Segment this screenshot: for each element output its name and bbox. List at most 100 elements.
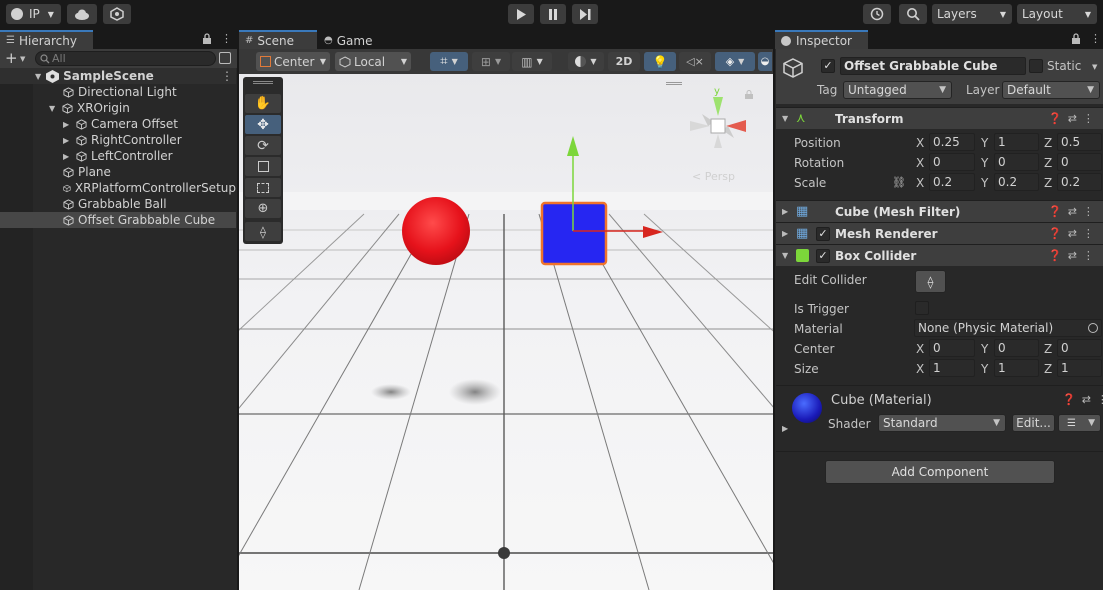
pause-button[interactable]	[540, 4, 566, 24]
rect-tool-button[interactable]	[245, 178, 281, 197]
play-button[interactable]	[508, 4, 534, 24]
drag-handle-icon[interactable]	[666, 82, 682, 85]
component-actions[interactable]: ❓⇄⋮	[1048, 227, 1100, 240]
hidden-objects-button[interactable]: ◒	[758, 52, 772, 71]
search-button[interactable]	[899, 4, 927, 24]
size-x-field[interactable]: 1	[929, 359, 975, 377]
lock-icon[interactable]	[202, 33, 212, 44]
object-picker-icon[interactable]	[1088, 323, 1098, 333]
foldout-arrow-icon[interactable]: ▶	[782, 424, 788, 433]
more-options-icon[interactable]: ⋮	[221, 69, 233, 83]
box-collider-enabled-checkbox[interactable]: ✓	[816, 249, 830, 263]
more-options-icon[interactable]: ⋮	[221, 33, 232, 44]
rotate-tool-button[interactable]: ⟳	[245, 136, 281, 155]
grid-snap-button[interactable]: ⌗ ▼	[430, 52, 468, 71]
list-item[interactable]: ▶ LeftController	[0, 148, 236, 164]
position-y-field[interactable]: 1	[994, 133, 1039, 151]
hierarchy-search-input[interactable]: All	[35, 51, 216, 66]
pivot-dropdown[interactable]: Center ▼	[256, 52, 330, 71]
expand-arrow-icon[interactable]: ▼	[49, 104, 59, 113]
center-z-field[interactable]: 0	[1057, 339, 1102, 357]
transform-tool-button[interactable]: ⊕	[245, 199, 281, 218]
edit-collider-button[interactable]: ⟠	[915, 270, 946, 293]
expand-arrow-icon[interactable]: ▶	[63, 136, 73, 145]
add-component-button[interactable]: Add Component	[825, 460, 1055, 484]
list-item[interactable]: Directional Light	[0, 84, 236, 100]
cloud-button[interactable]	[67, 4, 97, 24]
link-icon[interactable]: ⛓	[892, 176, 906, 189]
add-button[interactable]: +	[5, 50, 18, 66]
scene-row[interactable]: ▼ SampleScene ⋮	[0, 68, 236, 84]
component-actions[interactable]: ❓⇄⋮	[1048, 112, 1100, 125]
shader-options-button[interactable]: ☰ ▼	[1058, 414, 1101, 432]
more-options-icon[interactable]: ⋮	[1090, 33, 1101, 44]
layer-dropdown[interactable]: Default ▼	[1002, 81, 1100, 99]
foldout-arrow-icon[interactable]: ▼	[782, 114, 788, 123]
foldout-arrow-icon[interactable]: ▶	[782, 207, 788, 216]
draw-mode-button[interactable]: ▼	[568, 52, 604, 71]
tab-inspector[interactable]: Inspector	[775, 30, 868, 49]
scale-z-field[interactable]: 0.2	[1057, 173, 1102, 191]
list-item[interactable]: ▶ Camera Offset	[0, 116, 236, 132]
step-button[interactable]	[572, 4, 598, 24]
expand-arrow-icon[interactable]: ▼	[35, 72, 41, 81]
mode-2d-button[interactable]: 2D	[608, 52, 640, 71]
static-checkbox[interactable]	[1029, 59, 1043, 73]
search-filter-icon[interactable]	[219, 52, 231, 64]
effects-button[interactable]: ◈ ▼	[715, 52, 755, 71]
space-dropdown[interactable]: Local ▼	[335, 52, 411, 71]
list-item[interactable]: Plane	[0, 164, 236, 180]
chevron-down-icon[interactable]: ▼	[1092, 63, 1097, 71]
lighting-toggle[interactable]: 💡	[644, 52, 676, 71]
component-actions[interactable]: ❓⇄⋮	[1048, 205, 1100, 218]
lock-icon[interactable]	[1071, 33, 1081, 47]
drag-handle-icon[interactable]	[253, 81, 273, 84]
active-checkbox[interactable]: ✓	[821, 59, 835, 73]
physic-material-field[interactable]: None (Physic Material)	[914, 319, 1102, 337]
foldout-arrow-icon[interactable]: ▶	[782, 229, 788, 238]
size-z-field[interactable]: 1	[1057, 359, 1102, 377]
layout-dropdown[interactable]: Layout ▼	[1017, 4, 1097, 24]
history-button[interactable]	[863, 4, 891, 24]
expand-arrow-icon[interactable]: ▶	[63, 120, 73, 129]
component-actions[interactable]: ❓⇄⋮	[1062, 393, 1103, 406]
transform-header[interactable]: ▼ ⋏ Transform ❓⇄⋮	[776, 107, 1103, 129]
audio-toggle[interactable]: ◁×	[679, 52, 711, 71]
expand-arrow-icon[interactable]: ▶	[63, 152, 73, 161]
shader-edit-button[interactable]: Edit...	[1012, 414, 1055, 432]
tab-game[interactable]: ◓ Game	[318, 30, 388, 49]
rotation-z-field[interactable]: 0	[1057, 153, 1102, 171]
box-collider-header[interactable]: ▼ ✓ Box Collider ❓⇄⋮	[776, 244, 1103, 266]
move-tool-button[interactable]: ✥	[245, 115, 281, 134]
list-item[interactable]: Offset Grabbable Cube	[0, 212, 236, 228]
scale-x-field[interactable]: 0.2	[929, 173, 975, 191]
mesh-renderer-header[interactable]: ▶ ▦ ✓ Mesh Renderer ❓⇄⋮	[776, 222, 1103, 244]
collab-button[interactable]	[103, 4, 131, 24]
custom-tool-button[interactable]: ⟠	[245, 222, 281, 241]
position-x-field[interactable]: 0.25	[929, 133, 975, 151]
tab-hierarchy[interactable]: ☰ Hierarchy	[0, 30, 93, 49]
mesh-filter-header[interactable]: ▶ ▦ Cube (Mesh Filter) ❓⇄⋮	[776, 200, 1103, 222]
center-x-field[interactable]: 0	[929, 339, 975, 357]
list-item[interactable]: ▼ XROrigin	[0, 100, 236, 116]
hand-tool-button[interactable]: ✋	[245, 94, 281, 113]
tag-dropdown[interactable]: Untagged ▼	[843, 81, 952, 99]
list-item[interactable]: XRPlatformControllerSetup	[0, 180, 236, 196]
chevron-down-icon[interactable]: ▼	[20, 55, 25, 63]
size-y-field[interactable]: 1	[994, 359, 1039, 377]
center-y-field[interactable]: 0	[994, 339, 1039, 357]
foldout-arrow-icon[interactable]: ▼	[782, 251, 788, 260]
list-item[interactable]: ▶ RightController	[0, 132, 236, 148]
position-z-field[interactable]: 0.5	[1057, 133, 1102, 151]
account-dropdown[interactable]: IP ▼	[6, 4, 61, 24]
orientation-gizmo[interactable]: y	[684, 84, 752, 154]
component-actions[interactable]: ❓⇄⋮	[1048, 249, 1100, 262]
shader-dropdown[interactable]: Standard ▼	[878, 414, 1006, 432]
is-trigger-checkbox[interactable]	[915, 301, 929, 315]
increment-snap-button[interactable]: ▥ ▼	[512, 52, 552, 71]
material-preview-sphere[interactable]	[792, 393, 822, 423]
rotation-x-field[interactable]: 0	[929, 153, 975, 171]
layers-dropdown[interactable]: Layers ▼	[932, 4, 1012, 24]
mesh-renderer-enabled-checkbox[interactable]: ✓	[816, 227, 830, 241]
object-name-field[interactable]: Offset Grabbable Cube	[840, 57, 1026, 75]
